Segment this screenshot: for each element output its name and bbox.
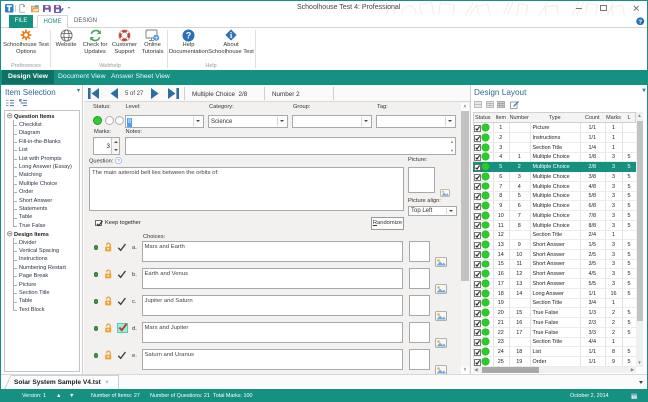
svg-text:?: ? — [117, 158, 120, 164]
svg-text:?: ? — [638, 19, 642, 25]
svg-text:?: ? — [186, 30, 192, 40]
